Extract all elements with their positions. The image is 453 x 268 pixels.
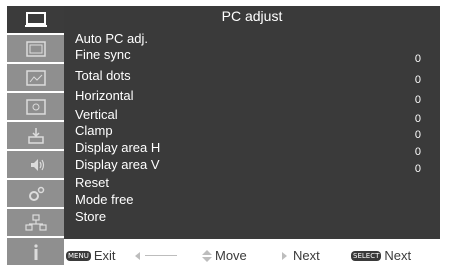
left-arrow-icon	[135, 251, 140, 260]
menu-item-label: Total dots	[75, 68, 131, 83]
sidebar	[7, 6, 64, 268]
move-hint: Move	[202, 247, 247, 264]
menu-item-fine-sync[interactable]: Fine sync 0	[75, 47, 440, 65]
exit-label: Exit	[93, 248, 116, 263]
image-adjust-icon	[25, 69, 46, 86]
sidebar-item-image-adjust[interactable]	[7, 64, 64, 91]
menu-item-label: Display area V	[75, 157, 160, 172]
menu-header: PC adjust	[64, 6, 440, 26]
menu-item-value: 0	[414, 94, 421, 106]
menu-item-label: Store	[75, 209, 107, 224]
menu-item-label: Auto PC adj.	[75, 31, 148, 46]
menu-item-clamp[interactable]: Clamp 0	[75, 123, 440, 141]
menu-item-reset[interactable]: Reset	[75, 175, 440, 191]
pc-adjust-osd: PC adjust Auto PC adj. Fine sync 0 Total…	[0, 0, 453, 265]
network-icon	[24, 213, 47, 231]
sidebar-item-info[interactable]	[7, 238, 64, 265]
menu-item-label: Fine sync	[75, 47, 131, 62]
menu-item-value: 0	[414, 53, 421, 65]
up-down-arrow-icon	[202, 249, 212, 262]
menu-item-label: Reset	[75, 175, 109, 190]
menu-item-label: Display area H	[75, 140, 161, 155]
menu-item-label: Vertical	[75, 107, 118, 122]
menu-item-mode-free[interactable]: Mode free	[75, 192, 440, 208]
menu-item-display-area-v[interactable]: Display area V 0	[75, 157, 440, 175]
back-hint	[135, 247, 177, 264]
menu-item-label: Clamp	[75, 123, 113, 138]
menu-item-label: Mode free	[75, 192, 134, 207]
menu-item-total-dots[interactable]: Total dots 0	[75, 68, 440, 86]
right-arrow-icon	[282, 251, 287, 260]
input-icon	[27, 127, 44, 144]
menu-item-auto-pc-adj[interactable]: Auto PC adj.	[75, 31, 440, 47]
menu-item-value: 0	[414, 74, 421, 86]
page-title: PC adjust	[221, 8, 283, 24]
sidebar-item-display[interactable]	[7, 6, 64, 33]
menu-key-icon: MENU	[66, 250, 91, 261]
sidebar-item-image-select[interactable]	[7, 35, 64, 62]
select-key-icon: SELECT	[351, 250, 382, 261]
monitor-icon	[24, 11, 47, 27]
button-guide: MENU Exit Move Next SELECT Next	[64, 247, 453, 264]
setting-icon	[28, 186, 44, 201]
menu-item-vertical[interactable]: Vertical 0	[75, 107, 440, 125]
sound-icon	[30, 158, 44, 171]
select-next-hint: SELECT Next	[351, 247, 411, 264]
sidebar-item-setting[interactable]	[7, 180, 64, 207]
menu-item-store[interactable]: Store	[75, 209, 440, 225]
select-next-label: Next	[384, 248, 412, 263]
menu-item-display-area-h[interactable]: Display area H 0	[75, 140, 440, 158]
sidebar-item-sound[interactable]	[7, 151, 64, 178]
next-label: Next	[293, 248, 320, 263]
menu-panel: Auto PC adj. Fine sync 0 Total dots 0 Ho…	[64, 26, 440, 239]
menu-item-horizontal[interactable]: Horizontal 0	[75, 88, 440, 106]
sidebar-item-network[interactable]	[7, 209, 64, 236]
next-hint: Next	[282, 247, 320, 264]
sidebar-item-screen[interactable]	[7, 93, 64, 120]
move-label: Move	[215, 248, 247, 263]
sidebar-item-input[interactable]	[7, 122, 64, 149]
dash-line	[145, 255, 177, 256]
info-icon	[33, 243, 38, 260]
image-select-icon	[25, 40, 46, 57]
screen-icon	[25, 98, 46, 115]
menu-item-label: Horizontal	[75, 88, 134, 103]
exit-hint: MENU Exit	[66, 247, 116, 264]
